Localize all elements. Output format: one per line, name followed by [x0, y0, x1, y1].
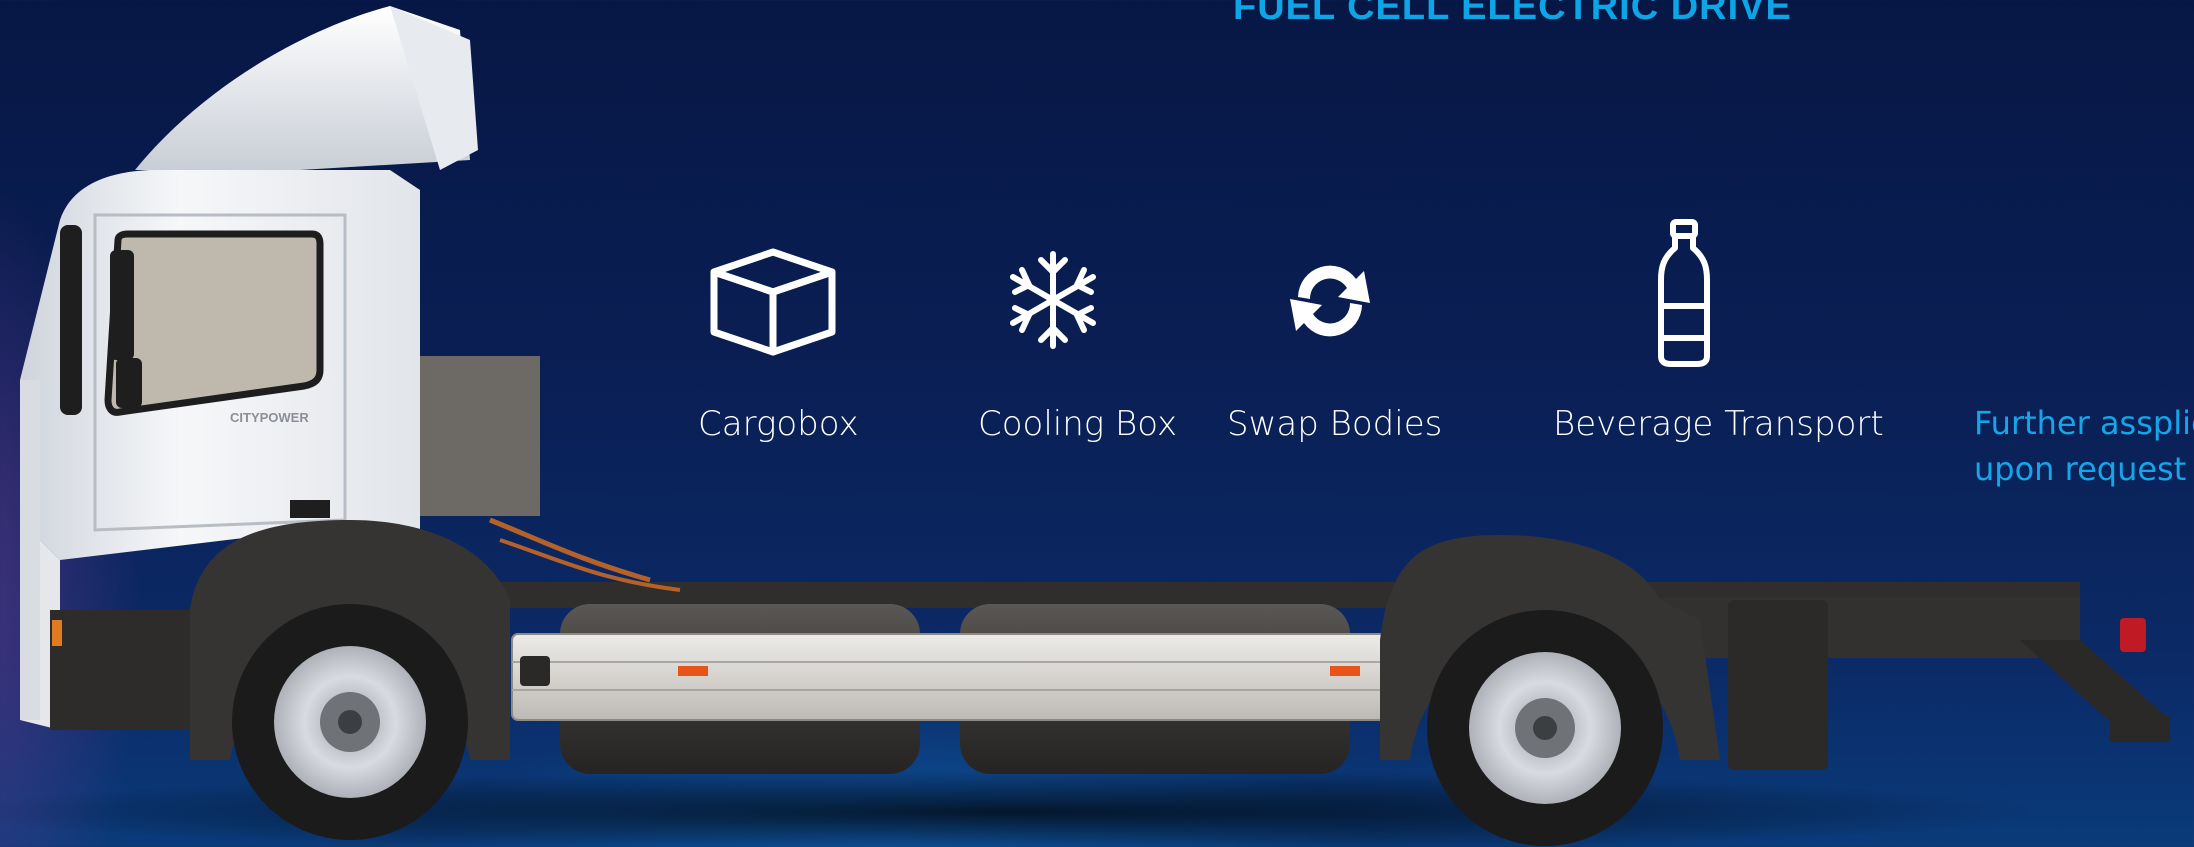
truck-image: CITYPOWER: [0, 6, 2170, 847]
cab-badge: CITYPOWER: [230, 410, 309, 425]
